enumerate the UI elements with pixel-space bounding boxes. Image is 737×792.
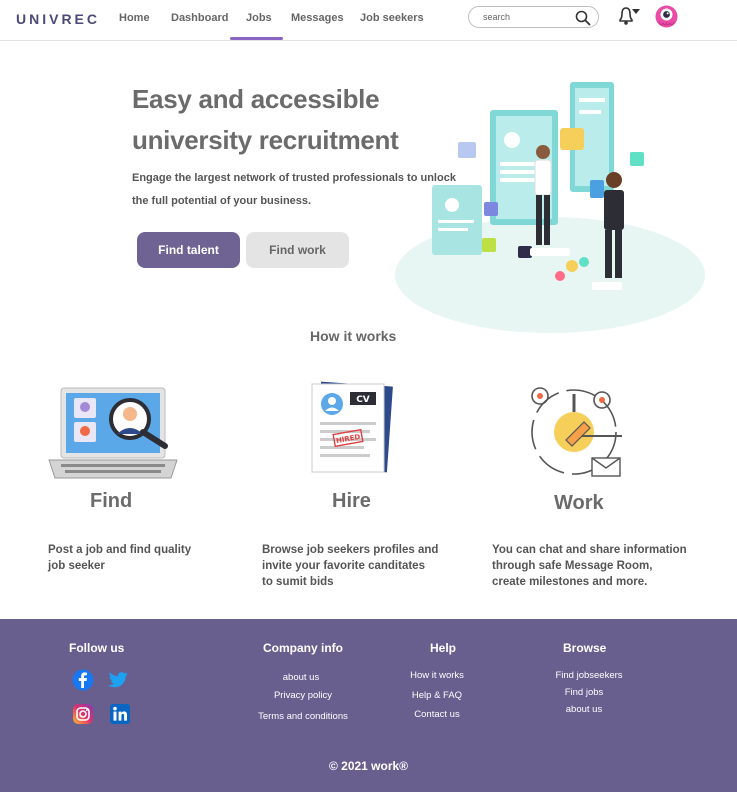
footer-link-privacy-policy[interactable]: Privacy policy xyxy=(262,690,344,701)
find-work-button[interactable]: Find work xyxy=(246,232,349,268)
footer-company-heading: Company info xyxy=(263,641,343,655)
nav-job-seekers[interactable]: Job seekers xyxy=(360,12,424,24)
twitter-icon[interactable] xyxy=(107,669,129,691)
page: UNIVREC Home Dashboard Jobs Messages Job… xyxy=(0,0,737,792)
feature-work-title: Work xyxy=(554,492,604,514)
notification-bell-icon[interactable] xyxy=(616,5,642,27)
footer-link-find-jobs[interactable]: Find jobs xyxy=(549,687,619,698)
footer-follow-heading: Follow us xyxy=(69,641,125,655)
find-talent-button[interactable]: Find talent xyxy=(137,232,240,268)
hero-title-line1: Easy and accessible xyxy=(132,84,380,114)
footer-link-about-us[interactable]: about us xyxy=(262,672,340,683)
linkedin-icon[interactable] xyxy=(109,703,131,725)
footer-link-how-it-works[interactable]: How it works xyxy=(402,670,472,681)
feature-find-title: Find xyxy=(90,490,133,512)
feature-hire-title: Hire xyxy=(332,490,371,512)
footer-link-browse-about-us[interactable]: about us xyxy=(549,704,619,715)
cv-label: CV xyxy=(356,395,370,405)
footer-link-help-faq[interactable]: Help & FAQ xyxy=(402,690,472,701)
laptop-search-illustration xyxy=(48,387,178,479)
copyright: © 2021 work® xyxy=(328,759,409,773)
facebook-icon[interactable] xyxy=(72,669,94,691)
how-it-works-heading: How it works xyxy=(310,328,397,344)
search-input[interactable] xyxy=(483,10,569,24)
feature-find-desc: Post a job and find quality job seeker xyxy=(48,544,192,572)
search-icon[interactable] xyxy=(575,10,591,26)
feature-work-desc: You can chat and share information throu… xyxy=(492,544,687,588)
hero-subtitle-line2: the full potential of your business. xyxy=(132,195,312,207)
feature-hire-desc: Browse job seekers profiles and invite y… xyxy=(262,544,439,588)
active-tab-indicator xyxy=(230,37,283,40)
footer: Follow us Company info about us Privacy … xyxy=(0,619,737,792)
instagram-icon[interactable] xyxy=(72,703,94,725)
nav-jobs[interactable]: Jobs xyxy=(246,12,272,24)
work-productivity-illustration xyxy=(531,387,622,477)
nav-home[interactable]: Home xyxy=(119,12,150,24)
hero-title-line2: university recruitment xyxy=(132,125,399,155)
footer-help-heading: Help xyxy=(430,641,457,655)
nav-messages[interactable]: Messages xyxy=(291,12,344,24)
search-box xyxy=(468,6,599,28)
user-avatar-icon[interactable] xyxy=(654,4,679,29)
footer-link-find-jobseekers[interactable]: Find jobseekers xyxy=(549,670,629,681)
hero-recruitment-illustration xyxy=(395,82,705,333)
footer-link-contact-us[interactable]: Contact us xyxy=(402,709,472,720)
nav-dashboard[interactable]: Dashboard xyxy=(171,12,228,24)
footer-browse-heading: Browse xyxy=(563,641,607,655)
footer-link-terms[interactable]: Terms and conditions xyxy=(252,711,354,722)
logo[interactable]: UNIVREC xyxy=(16,11,100,27)
top-nav: UNIVREC Home Dashboard Jobs Messages Job… xyxy=(0,0,737,41)
cv-hired-illustration: CV HIRED xyxy=(311,381,393,473)
